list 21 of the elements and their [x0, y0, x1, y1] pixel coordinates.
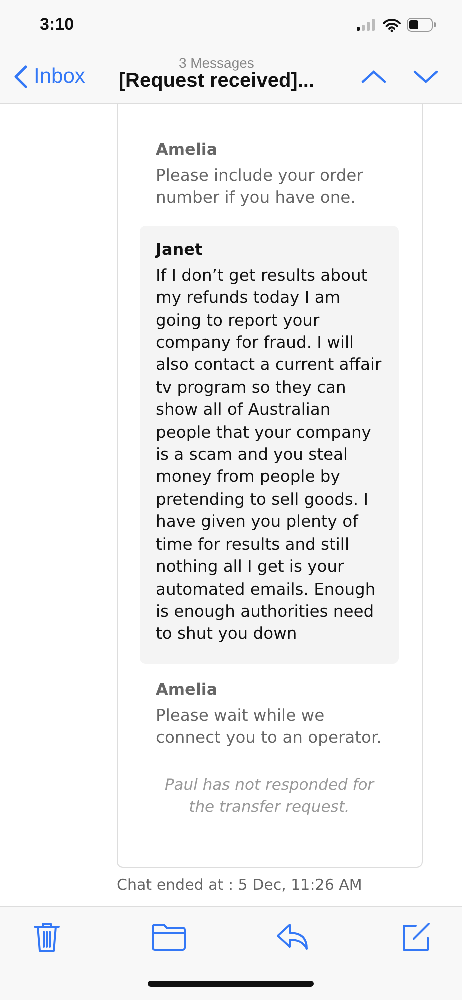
message-text: If I don’t get results about my refunds today I am going to report your company for fraud. I will also contact a current affair tv program so they can show all of Australian people that your company is a scam and you steal money from people by pretending to sell goods. I have given you plenty of time for results and still nothing all I get is your automated emails. Enough is enough authorities need to shut you down [156, 264, 383, 646]
thread-title: [Request received]... [118, 70, 314, 93]
chat-ended-note: Chat ended at : 5 Dec, 11:26 AM [117, 876, 362, 894]
folder-icon [150, 922, 187, 952]
chevron-left-icon [14, 64, 28, 88]
system-notice: Paul has not responded for the transfer request. [164, 774, 376, 818]
status-time: 3:10 [40, 15, 74, 35]
message-count: 3 Messages [178, 56, 254, 70]
reply-icon [276, 922, 310, 952]
sender-name: Janet [156, 240, 204, 259]
trash-icon [33, 921, 61, 953]
battery-icon [407, 18, 436, 32]
message-text: Please include your order number if you have one. [156, 165, 364, 210]
chevron-up-icon [361, 70, 387, 84]
wifi-icon [383, 18, 401, 32]
message-text: Please wait while we connect you to an operator. [156, 704, 383, 750]
signal-icon [357, 19, 377, 31]
sender-name: Amelia [156, 680, 219, 699]
sender-name: Amelia [156, 140, 219, 159]
chevron-down-icon [413, 70, 439, 84]
back-button[interactable]: Inbox [14, 64, 86, 88]
